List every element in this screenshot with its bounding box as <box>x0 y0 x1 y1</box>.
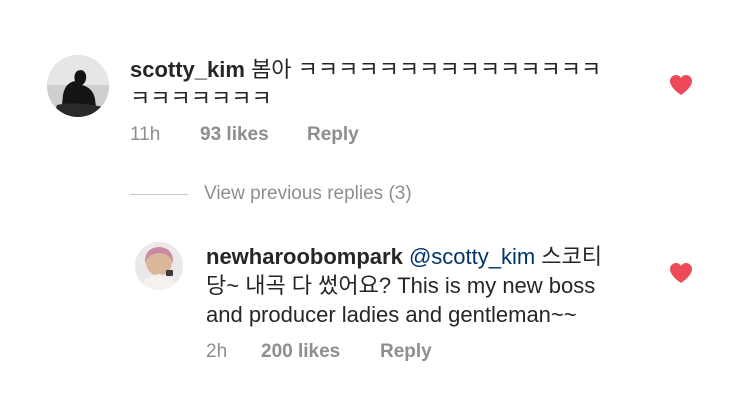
view-previous-replies-row: View previous replies (3) <box>130 180 412 208</box>
comment-meta: 11h 93 likes Reply <box>130 122 359 148</box>
avatar-photo-icon <box>135 242 183 290</box>
comment-text: scotty_kim 봄아 ㅋㅋㅋㅋㅋㅋㅋㅋㅋㅋㅋㅋㅋㅋㅋ ㅋㅋㅋㅋㅋㅋㅋ <box>130 55 650 113</box>
reply-mention-link[interactable]: @scotty_kim <box>409 244 535 269</box>
avatar[interactable] <box>47 55 109 117</box>
reply-text-line3: and producer ladies and gentleman~~ <box>206 302 577 327</box>
heart-icon[interactable] <box>669 74 693 96</box>
reply-button[interactable]: Reply <box>307 124 359 146</box>
comment-time: 11h <box>130 124 161 145</box>
replies-divider <box>130 193 188 195</box>
reply-text: newharoobompark @scotty_kim 스코티 당~ 내곡 다 … <box>206 242 646 329</box>
avatar-silhouette-icon <box>47 55 109 117</box>
view-previous-replies-link[interactable]: View previous replies (3) <box>204 183 412 205</box>
reply-meta: 2h 200 likes Reply <box>206 339 432 365</box>
reply-time: 2h <box>206 341 228 362</box>
heart-icon[interactable] <box>669 262 693 284</box>
comment-text-line2: ㅋㅋㅋㅋㅋㅋㅋ <box>130 86 272 111</box>
reply-text-line1-tail: 스코티 <box>535 244 603 269</box>
reply-button[interactable]: Reply <box>380 341 432 363</box>
reply-username[interactable]: newharoobompark <box>206 244 403 269</box>
comment-likes[interactable]: 93 likes <box>200 124 307 146</box>
reply-likes[interactable]: 200 likes <box>261 341 380 363</box>
comment-text-line1: 봄아 ㅋㅋㅋㅋㅋㅋㅋㅋㅋㅋㅋㅋㅋㅋㅋ <box>244 57 602 82</box>
avatar[interactable] <box>135 242 183 290</box>
reply-text-line2: 당~ 내곡 다 썼어요? This is my new boss <box>206 273 596 298</box>
comment-username[interactable]: scotty_kim <box>130 57 245 82</box>
